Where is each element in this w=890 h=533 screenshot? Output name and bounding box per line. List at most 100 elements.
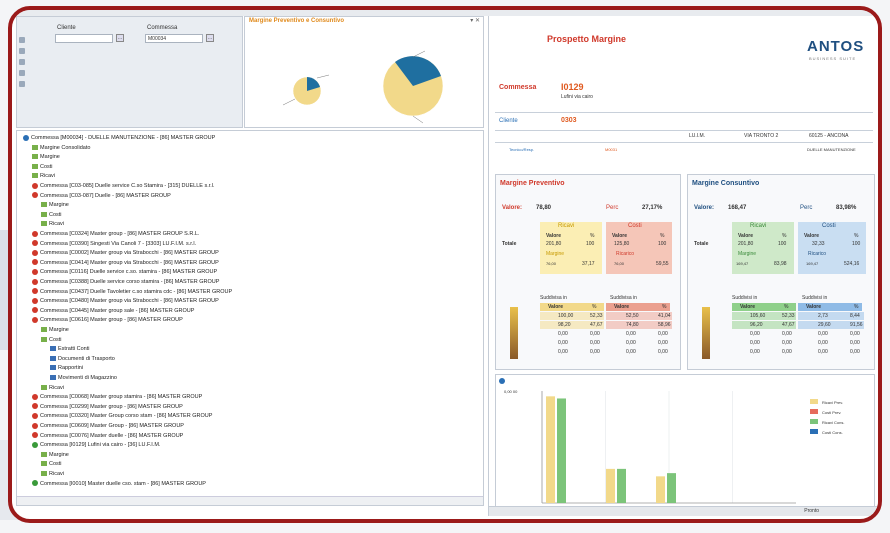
tree-row[interactable]: Commessa [I0010] Master duelle cso. stam… (32, 480, 206, 488)
grid-cell: 0,00 (590, 349, 600, 355)
address-name: LU.I.M. (689, 133, 706, 139)
tree-row-label: Costi (49, 211, 62, 218)
grid-cell: 0,00 (626, 331, 636, 337)
tree-row[interactable]: Commessa [C0414] Master group via Strabo… (32, 259, 219, 267)
tree-row[interactable]: Commessa [C0076] Master duelle - [86] MA… (32, 432, 183, 440)
legend-label: Costi Prev. (822, 410, 841, 415)
consuntivo-valore-label: Valore: (694, 205, 715, 211)
logo-subtitle: BUSINESS SUITE (809, 56, 857, 61)
horizontal-scrollbar[interactable] (17, 496, 483, 505)
legend-label: Ricavi Cons. (822, 420, 844, 425)
col-header: Valore (804, 233, 820, 239)
tree-row[interactable]: Estratti Conti (50, 345, 89, 353)
commessa-lookup-button[interactable]: … (206, 34, 214, 42)
tree-row[interactable]: Commessa [C0002] Master group via Strabo… (32, 249, 219, 257)
cliente-field[interactable] (55, 34, 113, 43)
tree-row[interactable]: Commessa [C0324] Master group - [86] MAS… (32, 230, 199, 238)
grid-cell: 2,73 (818, 313, 828, 319)
tree-row[interactable]: Movimenti di Magazzino (50, 374, 117, 382)
commessa-status-icon (32, 259, 38, 266)
grid-cell: 41,04 (658, 313, 671, 319)
tree-row-label: Commessa [C0076] Master duelle - [86] MA… (40, 432, 184, 439)
tree-row[interactable]: Commessa [C0299] Master group - [86] MAS… (32, 403, 183, 411)
toolbar-icon[interactable] (19, 81, 25, 87)
grid-cell: 0,00 (590, 340, 600, 346)
tree-row[interactable]: Commessa [C0616] Master group - [86] MAS… (32, 316, 183, 324)
ricarico-pct: 59,55 (656, 261, 669, 267)
tree-row[interactable]: Costi (32, 163, 53, 171)
col-header: Valore (738, 233, 754, 239)
tecnico-value: M0031 (605, 147, 618, 152)
grid-cell: 0,00 (750, 331, 760, 337)
tree-row[interactable]: Commessa [C0609] Master Group - [86] MAS… (32, 422, 184, 430)
totale-label: Totale (502, 241, 517, 247)
address-street: VIA TRONTO 2 (744, 133, 779, 139)
tree-row[interactable]: Ricavi (41, 384, 64, 392)
tree-row[interactable]: Ricavi (41, 220, 64, 228)
tree-row[interactable]: Commessa [C03-085] Duelle service C.so S… (32, 182, 215, 190)
commessa-code: I0129 (561, 82, 584, 92)
tree-row[interactable]: Margine (41, 326, 69, 334)
people-icon (510, 307, 518, 359)
tree-row-label: Commessa [C0616] Master group - [86] MAS… (40, 317, 183, 324)
bar (557, 398, 566, 503)
grid-cell: 29,60 (818, 322, 831, 328)
tree-row[interactable]: Commessa [M00034] - DUELLE MANUTENZIONE … (23, 134, 215, 142)
consuntivo-valore: 168,47 (728, 205, 747, 211)
tree-row-label: Costi (49, 461, 62, 468)
tree-row[interactable]: Commessa [C0320] Master Group corso stam… (32, 412, 212, 420)
tree-row[interactable]: Rapportini (50, 364, 83, 372)
tree-row[interactable]: Commessa [C0116] Duelle service c.so. st… (32, 268, 217, 276)
commessa-status-icon (32, 432, 38, 439)
toolbar-icon[interactable] (19, 59, 25, 65)
tree-row-label: Commessa [I0129] Lufini via cairo - [36]… (40, 442, 161, 449)
grid-cell: 0,00 (626, 340, 636, 346)
cliente-lookup-button[interactable]: … (116, 34, 124, 42)
address-city: 60125 - ANCONA (809, 133, 849, 139)
commessa-status-icon (32, 307, 38, 314)
tree-row[interactable]: Costi (41, 211, 62, 219)
tree-row[interactable]: Margine (41, 201, 69, 209)
folder-icon (41, 471, 47, 477)
commessa-status-icon (32, 278, 38, 285)
tree-row[interactable]: Commessa [C0480] Master group via Strabo… (32, 297, 219, 305)
folder-icon (41, 384, 47, 390)
grid-cell: 0,00 (750, 340, 760, 346)
grid-cell: 47,67 (782, 322, 795, 328)
toolbar-icon[interactable] (19, 70, 25, 76)
folder-icon (41, 327, 47, 333)
tree-row[interactable]: Commessa [C0068] Master group stamira - … (32, 393, 202, 401)
commessa-status-icon (32, 192, 38, 199)
tree-row[interactable]: Ricavi (41, 470, 64, 478)
tree-row[interactable]: Costi (41, 336, 62, 344)
tree-row-label: Movimenti di Magazzino (58, 375, 117, 381)
legend-swatch (810, 399, 818, 404)
tree-row[interactable]: Commessa [C0437] Duelle Tavoletier c.so … (32, 288, 232, 296)
tree-row[interactable]: Commessa [C0445] Master group sale - [86… (32, 307, 194, 315)
tree-row-label: Commessa [C0388] Duelle service corso st… (40, 279, 220, 285)
tree-row[interactable]: Costi (41, 460, 62, 468)
tree-row[interactable]: Commessa [C03-087] Duelle - [86] MASTER … (32, 192, 171, 200)
filter-side-toolbar (19, 37, 29, 92)
bar-chart: Ricavi Prev. Costi Prev. Ricavi Cons. Costi… (541, 391, 844, 504)
tree-row[interactable]: Margine (32, 153, 60, 161)
consuntivo-ricavi-header: Ricavi (750, 223, 767, 229)
commessa-label: Commessa (147, 25, 178, 31)
tree-row[interactable]: Documenti di Trasporto (50, 355, 115, 363)
commessa-status-icon (32, 182, 38, 189)
document-icon (50, 375, 56, 381)
margine-pct: 83,98 (774, 261, 787, 267)
tree-row-label: Commessa [C0068] Master group stamira - … (40, 394, 203, 401)
tree-row[interactable]: Ricavi (32, 172, 55, 180)
tree-row[interactable]: Commessa [C0390] Singesti Via Canoli 7 -… (32, 240, 196, 248)
tree-row[interactable]: Margine (41, 451, 69, 459)
grid-cell: 0,00 (558, 331, 568, 337)
tree-row[interactable]: Commessa [I0129] Lufini via cairo - [36]… (32, 441, 160, 449)
grid-cell: 0,00 (850, 340, 860, 346)
toolbar-icon[interactable] (19, 37, 25, 43)
commesse-tree[interactable]: Commessa [M00034] - DUELLE MANUTENZIONE … (16, 130, 484, 506)
tree-row[interactable]: Commessa [C0388] Duelle service corso st… (32, 278, 219, 286)
toolbar-icon[interactable] (19, 48, 25, 54)
commessa-field[interactable]: M00034 (145, 34, 203, 43)
tree-row[interactable]: Margine Consolidato (32, 144, 90, 152)
